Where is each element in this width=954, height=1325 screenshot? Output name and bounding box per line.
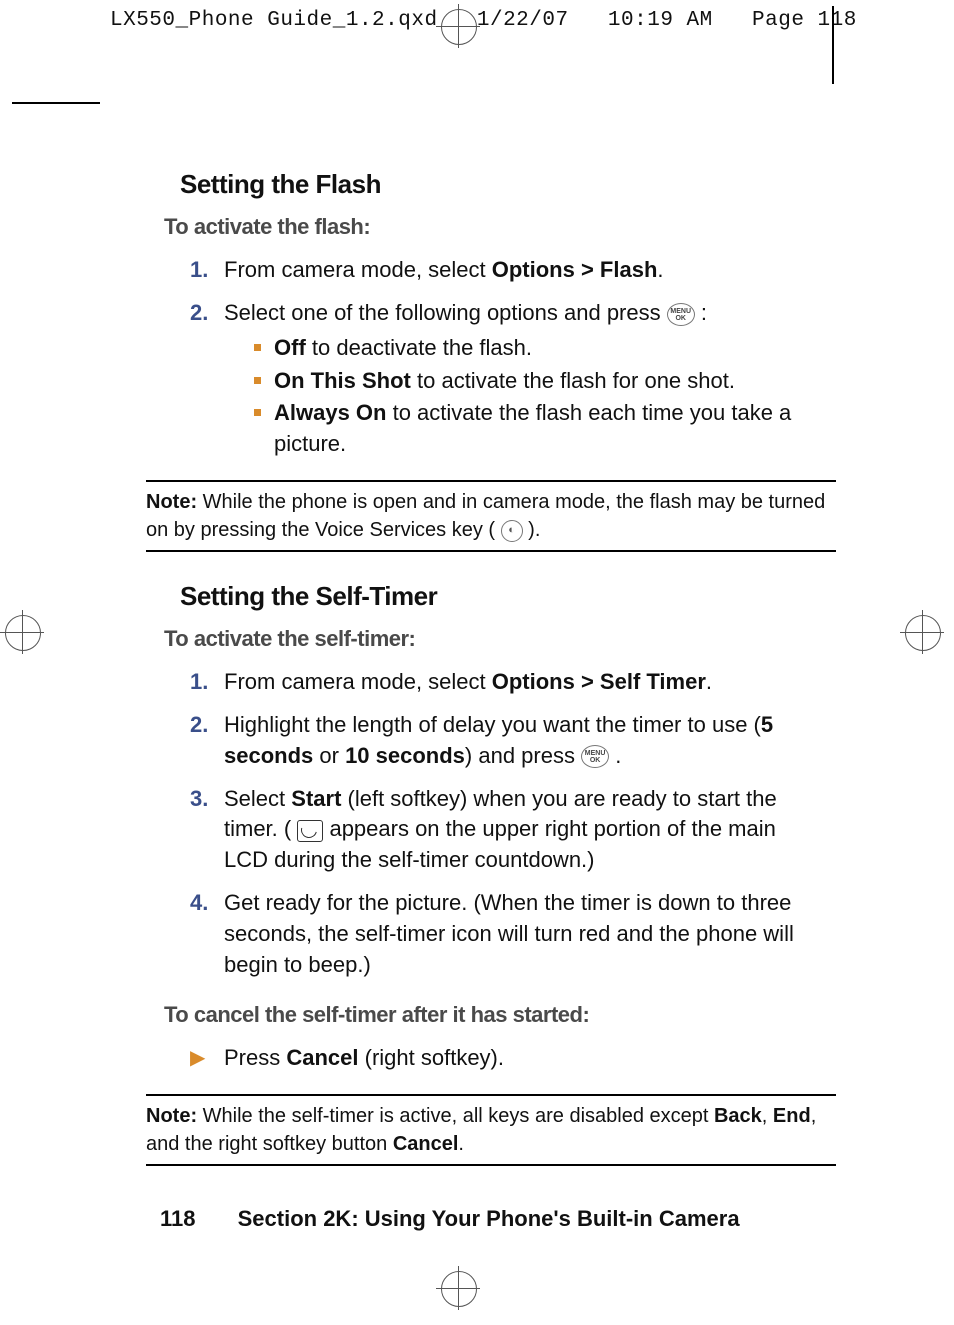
- step-body: From camera mode, select Options > Flash…: [224, 255, 820, 286]
- text: ) and press: [465, 743, 581, 768]
- text: ).: [523, 519, 541, 541]
- text: Select: [224, 786, 291, 811]
- option-label: Off: [274, 335, 306, 360]
- registration-mark-icon: [436, 1266, 480, 1310]
- cancel-instruction: ▶ Press Cancel (right softkey).: [190, 1043, 820, 1074]
- flash-step-2: 2. Select one of the following options a…: [190, 298, 820, 460]
- subhead-activate-self-timer: To activate the self-timer:: [164, 624, 820, 655]
- step-body: Highlight the length of delay you want t…: [224, 710, 820, 772]
- menu-path: Options > Flash: [492, 257, 658, 282]
- step-number: 1.: [190, 255, 224, 286]
- print-filename: LX550_Phone Guide_1.2.qxd: [110, 9, 438, 32]
- flash-step-1: 1. From camera mode, select Options > Fl…: [190, 255, 820, 286]
- key-name: Cancel: [393, 1133, 459, 1155]
- text: :: [695, 300, 707, 325]
- subhead-cancel-self-timer: To cancel the self-timer after it has st…: [164, 1000, 820, 1031]
- text: or: [313, 743, 345, 768]
- key-name: End: [773, 1105, 811, 1127]
- step-body: Select Start (left softkey) when you are…: [224, 784, 820, 876]
- step-body: Get ready for the picture. (When the tim…: [224, 888, 820, 980]
- text: to activate the flash for one shot.: [411, 368, 735, 393]
- menu-ok-key-icon: MENUOK: [667, 303, 695, 326]
- subhead-activate-flash: To activate the flash:: [164, 212, 820, 243]
- text: Highlight the length of delay you want t…: [224, 712, 761, 737]
- text: While the phone is open and in camera mo…: [146, 491, 825, 541]
- step-number: 1.: [190, 667, 224, 698]
- section-label: Section 2K: Using Your Phone's Built-in …: [238, 1206, 740, 1231]
- flash-option-on-this-shot: On This Shot to activate the flash for o…: [254, 366, 820, 397]
- step-body: From camera mode, select Options > Self …: [224, 667, 820, 698]
- registration-mark-icon: [0, 610, 44, 654]
- note-self-timer: Note: While the self-timer is active, al…: [146, 1094, 836, 1166]
- note-label: Note:: [146, 491, 197, 513]
- flash-steps: 1. From camera mode, select Options > Fl…: [190, 255, 820, 460]
- selftimer-step-4: 4. Get ready for the picture. (When the …: [190, 888, 820, 980]
- registration-mark-icon: [436, 4, 480, 48]
- page-content: Setting the Flash To activate the flash:…: [160, 150, 820, 1192]
- arrow-bullet-icon: ▶: [190, 1043, 224, 1074]
- text: .: [706, 669, 712, 694]
- selftimer-step-1: 1. From camera mode, select Options > Se…: [190, 667, 820, 698]
- page-number: 118: [160, 1206, 196, 1231]
- print-date: 1/22/07: [477, 9, 569, 32]
- heading-setting-flash: Setting the Flash: [180, 166, 820, 202]
- option-label: Start: [291, 786, 341, 811]
- text: ,: [762, 1105, 773, 1127]
- step-number: 4.: [190, 888, 224, 980]
- step-body: Press Cancel (right softkey).: [224, 1043, 504, 1074]
- text: While the self-timer is active, all keys…: [197, 1105, 714, 1127]
- page-footer: 118 Section 2K: Using Your Phone's Built…: [160, 1204, 740, 1235]
- flash-option-off: Off to deactivate the flash.: [254, 333, 820, 364]
- step-number: 2.: [190, 298, 224, 460]
- crop-mark: [832, 6, 834, 84]
- text: From camera mode, select: [224, 257, 492, 282]
- selftimer-step-2: 2. Highlight the length of delay you wan…: [190, 710, 820, 772]
- step-body: Select one of the following options and …: [224, 298, 820, 460]
- key-name: Back: [714, 1105, 762, 1127]
- note-flash: Note: While the phone is open and in cam…: [146, 480, 836, 552]
- option-label: Cancel: [286, 1045, 358, 1070]
- text: .: [458, 1133, 464, 1155]
- text: .: [609, 743, 621, 768]
- menu-path: Options > Self Timer: [492, 669, 706, 694]
- heading-setting-self-timer: Setting the Self-Timer: [180, 578, 820, 614]
- registration-mark-icon: [900, 610, 944, 654]
- text: (right softkey).: [359, 1045, 504, 1070]
- option-label: Always On: [274, 400, 386, 425]
- option-label: On This Shot: [274, 368, 411, 393]
- print-page-label: Page 118: [752, 9, 857, 32]
- option-label: 10 seconds: [345, 743, 465, 768]
- text: .: [657, 257, 663, 282]
- text: Press: [224, 1045, 286, 1070]
- voice-services-key-icon: ◐: [501, 520, 523, 542]
- note-label: Note:: [146, 1105, 197, 1127]
- step-number: 3.: [190, 784, 224, 876]
- flash-option-always-on: Always On to activate the flash each tim…: [254, 398, 820, 460]
- flash-options-list: Off to deactivate the flash. On This Sho…: [254, 333, 820, 460]
- text: Select one of the following options and …: [224, 300, 667, 325]
- text: From camera mode, select: [224, 669, 492, 694]
- selftimer-steps: 1. From camera mode, select Options > Se…: [190, 667, 820, 980]
- print-time: 10:19 AM: [608, 9, 713, 32]
- self-timer-icon: [297, 820, 323, 842]
- crop-mark: [12, 102, 100, 104]
- menu-ok-key-icon: MENUOK: [581, 745, 609, 768]
- selftimer-step-3: 3. Select Start (left softkey) when you …: [190, 784, 820, 876]
- text: to deactivate the flash.: [306, 335, 532, 360]
- step-number: 2.: [190, 710, 224, 772]
